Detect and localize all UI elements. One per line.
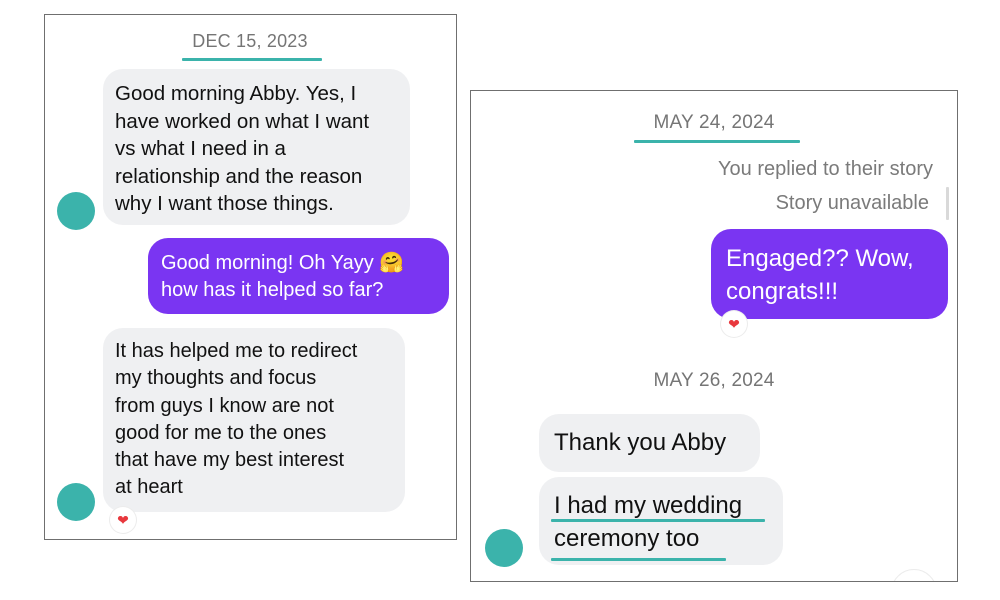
chat-screenshot-may-2024: MAY 24, 2024 You replied to their story …	[470, 90, 958, 582]
date-underline	[634, 140, 800, 143]
date-header: MAY 24, 2024	[653, 112, 775, 133]
heart-icon: ❤	[117, 512, 129, 528]
date-header: DEC 15, 2023	[192, 31, 308, 51]
outgoing-message-bubble: Good morning! Oh Yayy 🤗 how has it helpe…	[148, 238, 449, 314]
incoming-message-bubble: Thank you Abby	[539, 414, 760, 472]
date-underline	[182, 58, 322, 61]
highlight-underline	[551, 519, 765, 522]
story-unavailable-label: Story unavailable	[775, 192, 929, 214]
date-header: MAY 26, 2024	[653, 370, 775, 391]
reaction-badge[interactable]: ❤	[110, 507, 136, 533]
story-reply-label: You replied to their story	[718, 158, 933, 180]
contact-avatar[interactable]	[57, 483, 95, 521]
heart-icon: ❤	[728, 316, 740, 332]
reaction-badge[interactable]: ❤	[721, 311, 747, 337]
incoming-message-bubble: It has helped me to redirect my thoughts…	[103, 328, 405, 512]
incoming-message-bubble: Good morning Abby. Yes, I have worked on…	[103, 69, 410, 225]
outgoing-message-bubble: Engaged?? Wow, congrats!!!	[711, 229, 948, 319]
highlight-underline	[551, 558, 726, 561]
contact-avatar[interactable]	[485, 529, 523, 567]
chat-screenshot-dec-2023: DEC 15, 2023 Good morning Abby. Yes, I h…	[44, 14, 457, 540]
story-reply-bar	[946, 187, 949, 220]
contact-avatar[interactable]	[57, 192, 95, 230]
partial-reaction-circle	[891, 569, 937, 581]
